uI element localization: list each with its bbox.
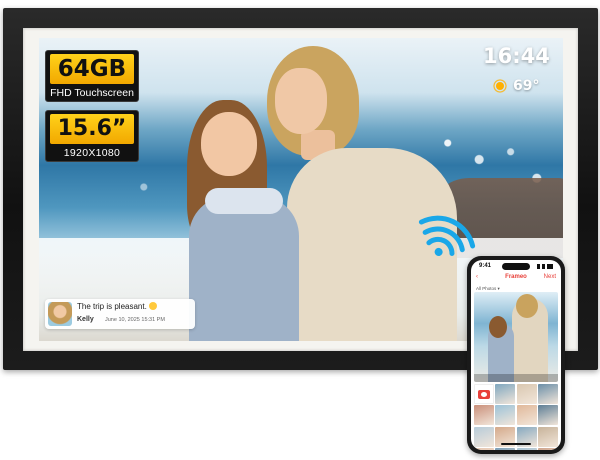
photo-thumbnail[interactable]	[516, 405, 537, 426]
photo-thumbnail[interactable]	[495, 384, 516, 404]
phone-screen: 9:41 ‹ Frameo Next All Photos ▾	[471, 260, 561, 450]
storage-subtitle: FHD Touchscreen	[50, 87, 134, 99]
next-button[interactable]: Next	[544, 274, 556, 280]
preview-mother-head	[516, 294, 538, 318]
message-text-row: The trip is pleasant.	[77, 302, 157, 311]
photo-thumbnail[interactable]	[516, 447, 537, 450]
preview-girl-head	[489, 316, 507, 338]
photo-thumbnail[interactable]	[495, 447, 516, 450]
photo-thumbnail[interactable]	[495, 405, 516, 426]
weather-widget: 69°	[491, 76, 539, 96]
photo-thumbnail[interactable]	[474, 447, 494, 450]
smartphone: 9:41 ‹ Frameo Next All Photos ▾	[467, 256, 565, 454]
message-timestamp: June 10, 2025 15:31 PM	[105, 317, 165, 323]
photo-thumbnail[interactable]	[537, 384, 558, 404]
signal-battery-icon	[537, 264, 553, 269]
temperature-label: 69°	[513, 78, 540, 94]
message-sender: Kelly	[77, 316, 94, 323]
clock-widget: 16:44	[483, 44, 550, 68]
storage-value: 64GB	[50, 54, 134, 84]
photo-grid	[474, 384, 558, 450]
girl-dress	[189, 196, 299, 341]
photo-thumbnail[interactable]	[474, 426, 494, 447]
girl-face	[201, 112, 257, 176]
message-text: The trip is pleasant.	[77, 302, 147, 311]
resolution-label: 1920X1080	[63, 147, 121, 159]
smile-emoji-icon	[148, 302, 157, 310]
photo-thumbnail[interactable]	[537, 447, 558, 450]
home-indicator	[501, 443, 531, 445]
photo-thumbnail[interactable]	[537, 426, 558, 447]
preview-toolbar	[474, 374, 558, 382]
screen-size-badge: 15.6” 1920X1080	[45, 110, 139, 162]
storage-badge: 64GB FHD Touchscreen	[45, 50, 139, 102]
mother-face	[275, 68, 327, 134]
phone-status-time: 9:41	[479, 263, 492, 269]
photo-preview[interactable]	[474, 292, 558, 382]
camera-icon	[478, 389, 490, 399]
photo-thumbnail[interactable]	[516, 384, 537, 404]
screen-size-value: 15.6”	[50, 114, 134, 144]
message-notification[interactable]: The trip is pleasant. Kelly June 10, 202…	[45, 299, 195, 329]
dynamic-island	[502, 263, 530, 270]
photo-thumbnail[interactable]	[474, 405, 494, 426]
sun-icon	[491, 77, 509, 95]
girl-sleeves	[205, 188, 283, 214]
sender-avatar	[48, 302, 72, 326]
photo-thumbnail[interactable]	[537, 405, 558, 426]
camera-button[interactable]	[474, 384, 494, 404]
